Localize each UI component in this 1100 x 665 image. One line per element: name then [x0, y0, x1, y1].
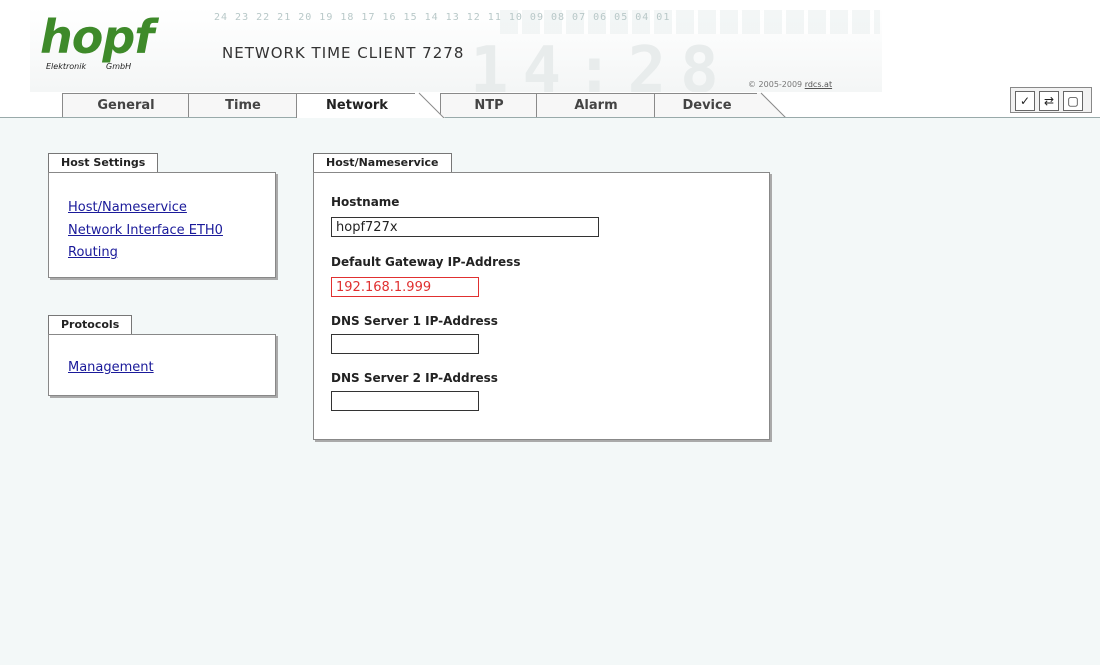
- toolbar: ✓ ⇄ ▢: [1010, 87, 1092, 113]
- logo-sub-elektronik: Elektronik: [46, 62, 87, 71]
- hopf-logo: hopf Elektronik GmbH: [40, 10, 170, 72]
- copyright: © 2005-2009 rdcs.at: [748, 80, 832, 89]
- content-area: Host Settings Host/Nameservice Network I…: [0, 117, 1100, 665]
- dns2-input[interactable]: [331, 391, 479, 411]
- form-title: Host/Nameservice: [313, 153, 452, 172]
- tab-network-slant: [415, 92, 445, 118]
- banner-digits: 24 23 22 21 20 19 18 17 16 15 14 13 12 1…: [214, 12, 671, 23]
- link-routing[interactable]: Routing: [68, 245, 118, 260]
- product-title: NETWORK TIME CLIENT 7278: [222, 44, 465, 62]
- logo-sub-gmbh: GmbH: [106, 62, 132, 71]
- refresh-icon[interactable]: ⇄: [1039, 91, 1059, 111]
- host-nameservice-form: Hostname Default Gateway IP-Address DNS …: [313, 172, 770, 440]
- link-network-interface-eth0[interactable]: Network Interface ETH0: [68, 223, 223, 238]
- logo-word: hopf: [40, 10, 154, 64]
- tab-device[interactable]: Device: [654, 93, 759, 118]
- dns1-label: DNS Server 1 IP-Address: [331, 314, 498, 328]
- gateway-input[interactable]: [331, 277, 479, 297]
- check-icon[interactable]: ✓: [1015, 91, 1035, 111]
- copyright-link[interactable]: rdcs.at: [805, 80, 832, 89]
- dns2-label: DNS Server 2 IP-Address: [331, 371, 498, 385]
- tab-bar: General Time Network NTP Alarm Device: [0, 92, 1100, 118]
- hostname-input[interactable]: [331, 217, 599, 237]
- header: 24 23 22 21 20 19 18 17 16 15 14 13 12 1…: [0, 0, 1100, 92]
- tab-device-slant: [757, 92, 787, 118]
- copyright-text: © 2005-2009: [748, 80, 803, 89]
- save-icon[interactable]: ▢: [1063, 91, 1083, 111]
- tab-ntp[interactable]: NTP: [440, 93, 538, 118]
- host-settings-title: Host Settings: [48, 153, 159, 172]
- tab-alarm[interactable]: Alarm: [536, 93, 656, 118]
- host-settings-box: Host/Nameservice Network Interface ETH0 …: [48, 172, 276, 278]
- banner-clock-watermark: 14:28: [470, 34, 733, 92]
- gateway-label: Default Gateway IP-Address: [331, 255, 521, 269]
- hostname-label: Hostname: [331, 195, 400, 209]
- tab-time[interactable]: Time: [188, 93, 298, 118]
- link-management[interactable]: Management: [68, 360, 154, 375]
- protocols-box: Management: [48, 334, 276, 396]
- tab-network[interactable]: Network: [296, 93, 417, 118]
- dns1-input[interactable]: [331, 334, 479, 354]
- tab-general[interactable]: General: [62, 93, 190, 118]
- link-host-nameservice[interactable]: Host/Nameservice: [68, 200, 187, 215]
- protocols-title: Protocols: [48, 315, 133, 334]
